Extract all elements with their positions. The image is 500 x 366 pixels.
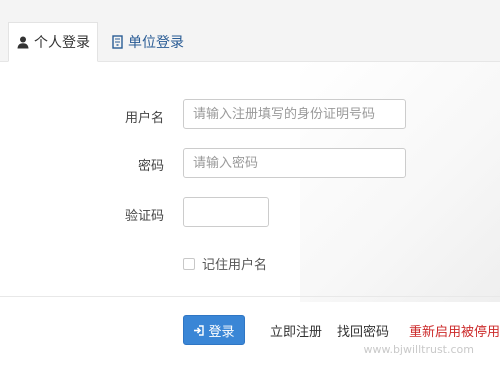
login-page: 个人登录 单位登录 用户名 密码 验证码 记住用户名 [0, 0, 500, 366]
divider [0, 296, 500, 297]
tab-personal-login[interactable]: 个人登录 [8, 22, 98, 62]
captcha-label: 验证码 [124, 209, 164, 224]
password-label: 密码 [137, 159, 164, 174]
username-input[interactable] [183, 99, 406, 129]
password-input[interactable] [183, 148, 406, 178]
reactivate-link[interactable]: 重新启用被停用 [409, 321, 500, 340]
watermark-text: www.bjwilltrust.com [363, 343, 474, 356]
remember-label: 记住用户名 [202, 258, 268, 273]
user-icon [17, 36, 29, 49]
sign-in-icon [193, 324, 205, 336]
remember-username[interactable]: 记住用户名 [183, 254, 267, 273]
remember-checkbox[interactable] [183, 257, 195, 270]
forgot-password-link[interactable]: 找回密码 [337, 321, 389, 340]
login-button[interactable]: 登录 [183, 315, 245, 345]
captcha-input[interactable] [183, 197, 269, 227]
tab-unit-login[interactable]: 单位登录 [102, 22, 200, 62]
tab-unit-label: 单位登录 [128, 35, 184, 51]
tab-personal-label: 个人登录 [34, 35, 90, 51]
background-decoration [300, 62, 500, 302]
login-tab-bar: 个人登录 单位登录 [0, 0, 500, 62]
username-label: 用户名 [124, 111, 164, 126]
login-button-label: 登录 [208, 324, 235, 340]
building-icon [112, 35, 123, 49]
register-link[interactable]: 立即注册 [270, 321, 322, 340]
